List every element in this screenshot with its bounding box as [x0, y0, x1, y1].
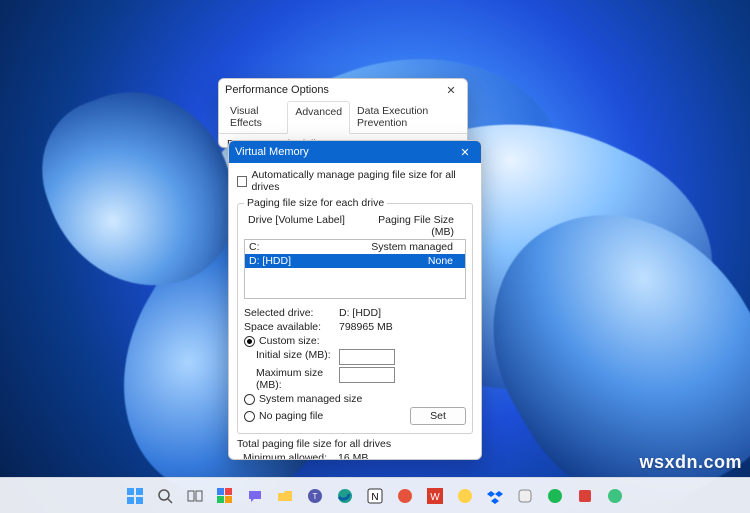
no-paging-label: No paging file: [259, 410, 323, 422]
space-available-value: 798965 MB: [339, 321, 393, 333]
task-view-icon[interactable]: [185, 486, 205, 506]
drive-row-d[interactable]: D: [HDD] None: [245, 254, 465, 268]
performance-options-titlebar[interactable]: Performance Options ✕: [219, 79, 467, 101]
reader-icon[interactable]: [575, 486, 595, 506]
selected-drive-value: D: [HDD]: [339, 307, 381, 319]
app-icon-generic[interactable]: [515, 486, 535, 506]
auto-manage-checkbox[interactable]: [237, 176, 247, 187]
selected-drive-label: Selected drive:: [244, 307, 339, 319]
drive-list[interactable]: C: System managed D: [HDD] None: [244, 239, 466, 299]
wirecutter-icon[interactable]: W: [425, 486, 445, 506]
notion-icon[interactable]: N: [365, 486, 385, 506]
svg-text:W: W: [430, 492, 440, 503]
widgets-icon[interactable]: [215, 486, 235, 506]
no-paging-radio[interactable]: [244, 411, 255, 422]
maximum-size-label: Maximum size (MB):: [244, 367, 339, 391]
drive-row-c[interactable]: C: System managed: [245, 240, 465, 254]
window-title: Performance Options: [225, 84, 329, 96]
close-icon[interactable]: ✕: [441, 84, 461, 97]
tab-visual-effects[interactable]: Visual Effects: [223, 101, 287, 133]
taskbar: T N W: [0, 477, 750, 513]
virtual-memory-titlebar[interactable]: Virtual Memory ✕: [229, 141, 481, 163]
watermark-text: wsxdn.com: [639, 452, 742, 473]
paging-file-group: Paging file size for each drive Drive [V…: [237, 197, 473, 434]
initial-size-input[interactable]: [339, 349, 395, 365]
performance-options-window: Performance Options ✕ Visual Effects Adv…: [218, 78, 468, 148]
chat-app-icon[interactable]: [605, 486, 625, 506]
space-available-label: Space available:: [244, 321, 339, 333]
tab-dep[interactable]: Data Execution Prevention: [350, 101, 463, 133]
size-header: Paging File Size (MB): [360, 214, 462, 238]
totals-label: Total paging file size for all drives: [237, 438, 473, 450]
chat-icon[interactable]: [245, 486, 265, 506]
svg-text:T: T: [313, 492, 318, 501]
performance-options-tabs: Visual Effects Advanced Data Execution P…: [219, 101, 467, 134]
minimum-allowed-label: Minimum allowed:: [243, 452, 338, 460]
maximum-size-input[interactable]: [339, 367, 395, 383]
set-button[interactable]: Set: [410, 407, 466, 425]
norton-icon[interactable]: [455, 486, 475, 506]
minimum-allowed-value: 16 MB: [338, 452, 368, 460]
virtual-memory-window: Virtual Memory ✕ Automatically manage pa…: [228, 140, 482, 460]
tab-advanced[interactable]: Advanced: [287, 101, 350, 134]
search-icon[interactable]: [155, 486, 175, 506]
teams-icon[interactable]: T: [305, 486, 325, 506]
svg-text:N: N: [371, 492, 378, 503]
window-title: Virtual Memory: [235, 146, 309, 158]
custom-size-radio[interactable]: [244, 336, 255, 347]
custom-size-label: Custom size:: [259, 335, 320, 347]
close-icon[interactable]: ✕: [455, 146, 475, 159]
start-icon[interactable]: [125, 486, 145, 506]
auto-manage-label: Automatically manage paging file size fo…: [251, 169, 473, 193]
dropbox-icon[interactable]: [485, 486, 505, 506]
explorer-icon[interactable]: [275, 486, 295, 506]
paging-file-group-label: Paging file size for each drive: [244, 197, 387, 209]
initial-size-label: Initial size (MB):: [244, 349, 339, 365]
spotify-icon[interactable]: [545, 486, 565, 506]
app-icon-red[interactable]: [395, 486, 415, 506]
system-managed-radio[interactable]: [244, 394, 255, 405]
system-managed-label: System managed size: [259, 393, 362, 405]
drive-header: Drive [Volume Label]: [248, 214, 360, 238]
edge-icon[interactable]: [335, 486, 355, 506]
